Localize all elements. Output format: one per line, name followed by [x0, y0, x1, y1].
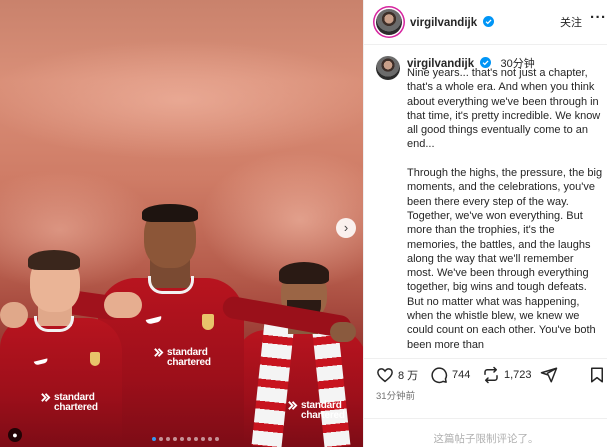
comment-footer: 这篇帖子限制评论了。 — [364, 418, 607, 447]
carousel-dot[interactable] — [159, 437, 163, 441]
chevron-right-icon: › — [343, 220, 349, 235]
stadium-blur — [0, 170, 160, 290]
carousel-dot[interactable] — [173, 437, 177, 441]
post-header: virgilvandijk 关注 ··· — [364, 0, 607, 45]
caption-paragraph: Nine years... that's not just a chapter,… — [407, 67, 601, 151]
carousel-dot[interactable] — [187, 437, 191, 441]
caption-paragraph: Through the highs, the pressure, the big… — [407, 167, 603, 351]
comment-count: 744 — [452, 369, 471, 381]
avatar[interactable] — [376, 56, 400, 80]
bookmark-icon — [591, 367, 603, 383]
header-username[interactable]: virgilvandijk — [410, 16, 495, 29]
carousel-dot[interactable] — [208, 437, 212, 441]
like-button[interactable]: 8 万 — [376, 366, 418, 384]
carousel-dots — [152, 437, 219, 441]
post-photo[interactable]: standard chartered standard chartered st… — [0, 0, 363, 447]
caption-area: virgilvandijk 30分钟 Nine years... that's … — [364, 46, 607, 358]
carousel-dot[interactable] — [152, 437, 156, 441]
verified-badge-icon — [483, 16, 495, 27]
send-icon — [540, 367, 558, 383]
sponsor-text: standard chartered — [287, 400, 345, 421]
heart-icon — [377, 368, 393, 383]
carousel-dot[interactable] — [215, 437, 219, 441]
follow-button[interactable]: 关注 — [560, 14, 582, 30]
post-panel: virgilvandijk 关注 ··· virgilvandijk 30分钟 … — [363, 0, 607, 447]
stadium-blur — [0, 40, 363, 160]
repost-icon — [484, 366, 498, 384]
comment-icon — [431, 367, 448, 384]
save-button[interactable] — [588, 366, 606, 384]
sponsor-text: standard chartered — [40, 392, 98, 413]
carousel-next-button[interactable]: › — [336, 218, 356, 238]
posted-time: 31分钟前 — [376, 391, 416, 402]
more-options-button[interactable]: ··· — [590, 9, 607, 26]
person-tag-icon[interactable]: ● — [8, 428, 22, 442]
action-bar: 8 万 744 1,723 — [364, 358, 607, 390]
sponsor-text: standard chartered — [153, 347, 211, 368]
carousel-dot[interactable] — [166, 437, 170, 441]
comments-disabled-notice: 这篇帖子限制评论了。 — [433, 433, 539, 445]
comment-button[interactable]: 744 — [430, 366, 470, 384]
avatar[interactable] — [376, 9, 402, 35]
like-count: 8 万 — [398, 370, 419, 382]
repost-button[interactable]: 1,723 — [482, 366, 532, 384]
post-caption: Nine years... that's not just a chapter,… — [407, 66, 603, 358]
carousel-dot[interactable] — [201, 437, 205, 441]
share-button[interactable] — [540, 366, 558, 384]
carousel-dot[interactable] — [180, 437, 184, 441]
repost-count: 1,723 — [504, 369, 532, 381]
carousel-dot[interactable] — [194, 437, 198, 441]
